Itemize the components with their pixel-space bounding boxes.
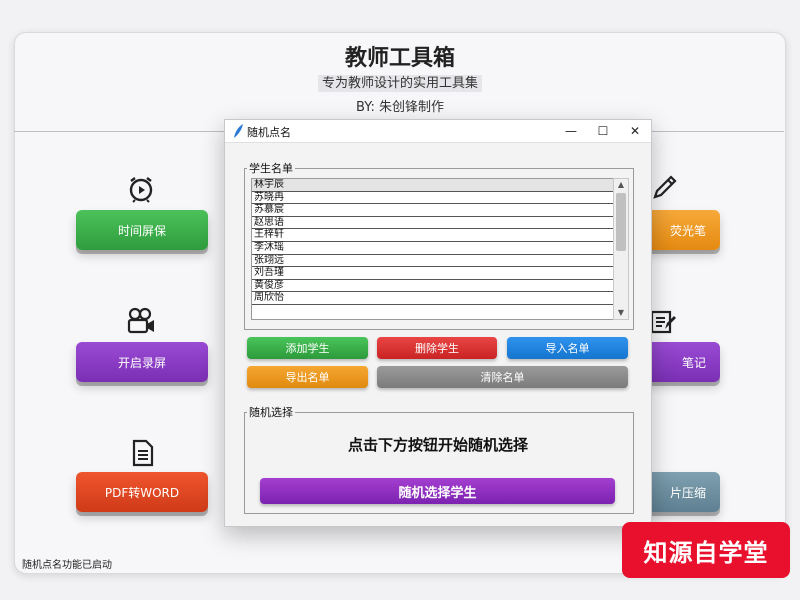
clear-list-button[interactable]: 清除名单 <box>377 366 628 388</box>
app-subtitle: 专为教师设计的实用工具集 <box>0 72 800 92</box>
app-title: 教师工具箱 <box>344 46 455 71</box>
alarm-clock-icon <box>126 174 156 204</box>
random-prompt-text: 点击下方按钮开始随机选择 <box>347 436 528 454</box>
student-list-scrollbar[interactable]: ▲ ▼ <box>613 178 629 320</box>
tool-button-screen-record[interactable]: 开启录屏 <box>76 342 208 382</box>
tool-button-label: 时间屏保 <box>117 223 166 238</box>
tool-button-label: 片压缩 <box>669 485 706 500</box>
list-item[interactable]: 张翊远 <box>252 255 614 268</box>
tool-button-pdf-to-word[interactable]: PDF转WORD <box>76 472 208 512</box>
app-subtitle-text: 专为教师设计的实用工具集 <box>317 75 482 92</box>
status-bar-text: 随机点名功能已启动 <box>22 560 112 571</box>
close-button[interactable]: ✕ <box>619 120 651 142</box>
scrollbar-thumb[interactable] <box>616 193 626 251</box>
list-item[interactable]: 黄俊彦 <box>252 280 614 293</box>
add-student-button[interactable]: 添加学生 <box>247 337 368 359</box>
random-select-button[interactable]: 随机选择学生 <box>260 478 615 504</box>
list-item[interactable]: 周欣怡 <box>252 292 614 305</box>
tool-button-time-screensaver[interactable]: 时间屏保 <box>76 210 208 250</box>
tool-button-label: 开启录屏 <box>117 355 166 370</box>
document-icon <box>128 438 158 468</box>
list-item[interactable]: 苏晓冉 <box>252 192 614 205</box>
delete-student-button[interactable]: 删除学生 <box>377 337 497 359</box>
dialog-titlebar[interactable]: 随机点名 — ☐ ✕ <box>225 120 651 143</box>
feather-icon <box>234 124 243 138</box>
export-list-button[interactable]: 导出名单 <box>247 366 368 388</box>
tool-button-label: 荧光笔 <box>669 223 706 238</box>
notepad-icon <box>648 306 678 336</box>
app-author: BY: 朱创锋制作 <box>356 100 444 115</box>
dialog-title: 随机点名 <box>247 126 291 139</box>
maximize-button[interactable]: ☐ <box>587 120 619 142</box>
scroll-down-icon[interactable]: ▼ <box>614 307 628 319</box>
list-item[interactable]: 林宇辰 <box>252 179 614 192</box>
list-item[interactable]: 苏慕宸 <box>252 204 614 217</box>
student-list-label: 学生名单 <box>249 162 293 175</box>
random-select-label: 随机选择 <box>249 406 293 419</box>
tool-button-label: PDF转WORD <box>104 485 180 500</box>
student-listbox[interactable]: 林宇辰 苏晓冉 苏慕宸 赵思语 王梓轩 李沐瑶 张翊远 刘吾瑾 黄俊彦 周欣怡 <box>251 178 615 320</box>
list-item[interactable]: 刘吾瑾 <box>252 267 614 280</box>
list-item[interactable]: 赵思语 <box>252 217 614 230</box>
import-list-button[interactable]: 导入名单 <box>507 337 628 359</box>
minimize-button[interactable]: — <box>555 120 587 142</box>
pen-icon <box>650 172 680 202</box>
list-item[interactable]: 王梓轩 <box>252 229 614 242</box>
tool-button-label: 笔记 <box>681 355 706 370</box>
scroll-up-icon[interactable]: ▲ <box>614 179 628 191</box>
video-camera-icon <box>126 306 156 336</box>
list-item[interactable]: 李沐瑶 <box>252 242 614 255</box>
brand-watermark: 知源自学堂 <box>622 522 790 578</box>
